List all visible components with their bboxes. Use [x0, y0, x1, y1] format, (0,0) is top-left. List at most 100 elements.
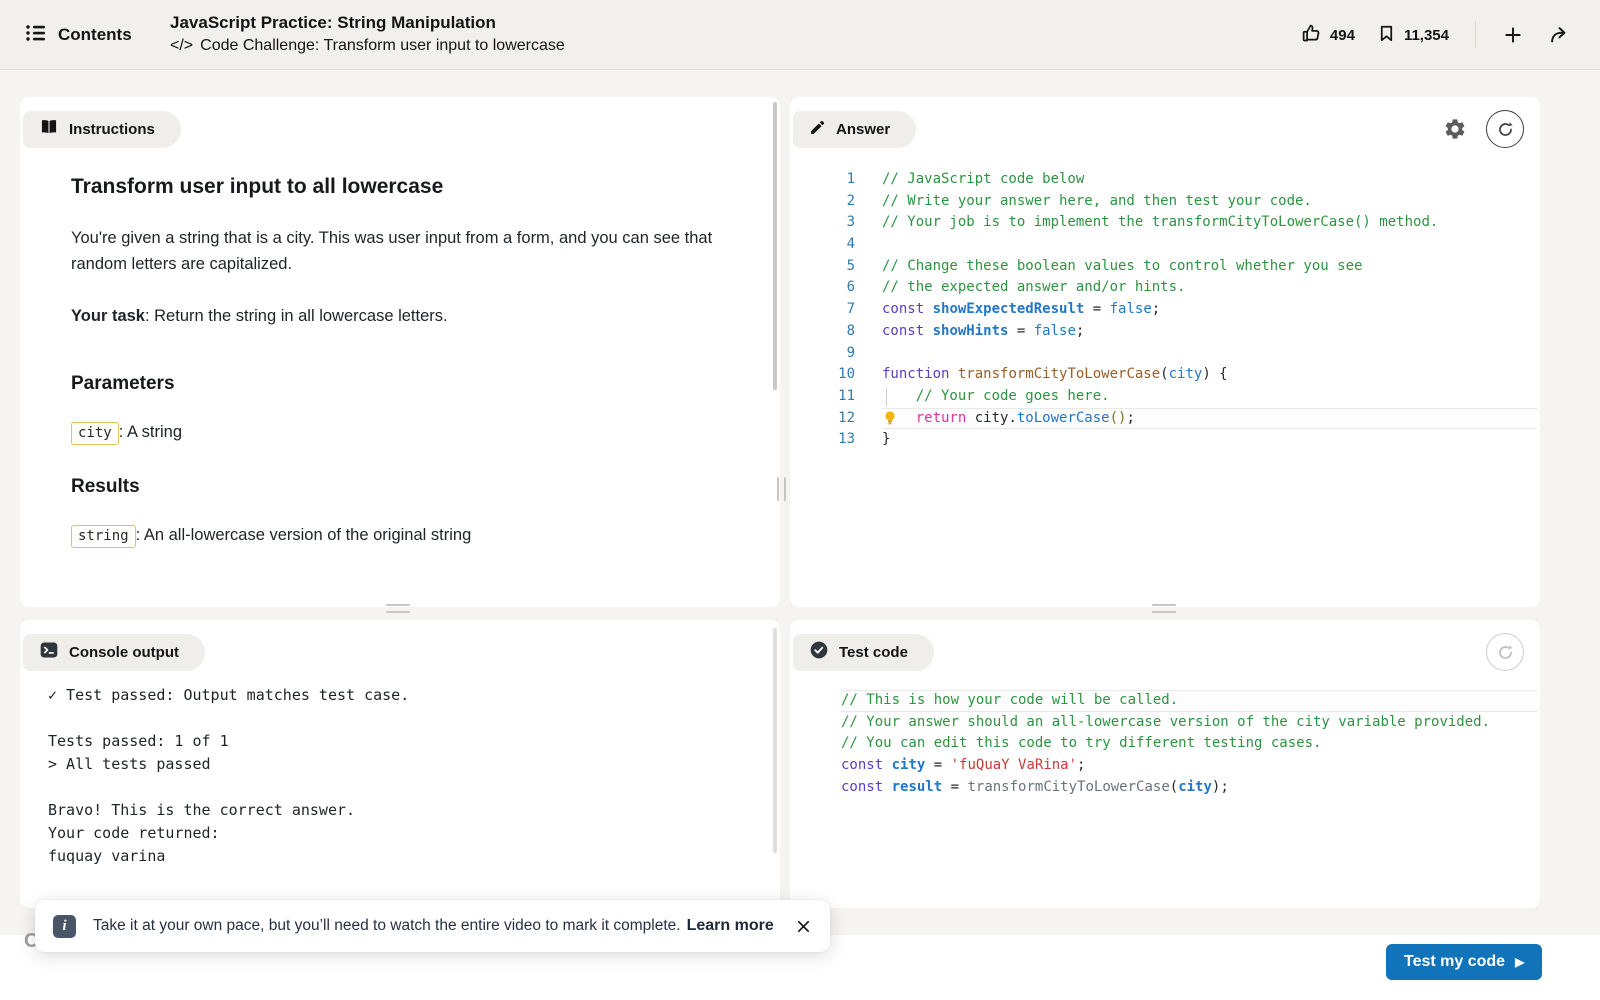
test-panel-actions: [1486, 633, 1524, 671]
line-number: 7: [790, 299, 855, 321]
right-row-splitter[interactable]: [1152, 604, 1176, 613]
code-token: const: [882, 323, 924, 339]
code-token: [883, 779, 891, 795]
left-row-splitter[interactable]: [386, 604, 410, 613]
code-line[interactable]: const result = transformCityToLowerCase(…: [790, 777, 1537, 799]
bookmark-icon: [1377, 24, 1396, 47]
header-actions: 494 11,354: [1301, 0, 1576, 70]
code-token: transformCityToLowerCase: [967, 779, 1169, 795]
code-line[interactable]: 11 // Your code goes here.: [790, 386, 1537, 408]
result-row: string: An all-lowercase version of the …: [71, 526, 721, 545]
instructions-scrollbar[interactable]: [773, 102, 777, 390]
toast-close-icon[interactable]: [796, 919, 811, 934]
code-line[interactable]: 3 // Your job is to implement the transfo…: [790, 212, 1537, 234]
reset-answer-button[interactable]: [1486, 110, 1524, 148]
code-token: const: [841, 757, 883, 773]
bookmarks-stat[interactable]: 11,354: [1377, 24, 1449, 47]
line-number: 3: [790, 212, 855, 234]
play-icon: ▶: [1515, 956, 1524, 968]
code-token: // Your job is to implement the transfor…: [882, 214, 1438, 230]
line-number: 5: [790, 256, 855, 278]
code-line-content: const showHints = false;: [882, 321, 1537, 343]
code-line[interactable]: 6// the expected answer and/or hints.: [790, 277, 1537, 299]
code-token: // Your code goes here.: [916, 388, 1110, 404]
console-scrollbar[interactable]: [773, 628, 777, 853]
code-token: const: [882, 301, 924, 317]
code-line[interactable]: 2// Write your answer here, and then tes…: [790, 191, 1537, 213]
code-token: =: [942, 779, 967, 795]
challenge-heading: Transform user input to all lowercase: [71, 175, 721, 199]
top-header: Contents JavaScript Practice: String Man…: [0, 0, 1600, 70]
pace-notification-toast: i Take it at your own pace, but you’ll n…: [35, 900, 830, 952]
code-line[interactable]: // You can edit this code to try differe…: [790, 733, 1537, 755]
learn-more-link[interactable]: Learn more: [687, 917, 774, 935]
console-line: fuquay varina: [48, 845, 760, 868]
console-line: Your code returned:: [48, 822, 760, 845]
task-line: Your task: Return the string in all lowe…: [71, 303, 721, 329]
code-token: ;: [1076, 323, 1084, 339]
code-line[interactable]: 7const showExpectedResult = false;: [790, 299, 1537, 321]
code-line[interactable]: 12 return city.toLowerCase();: [790, 408, 1537, 430]
code-line[interactable]: 4: [790, 234, 1537, 256]
answer-panel-actions: [1438, 110, 1524, 148]
code-token: // Write your answer here, and then test…: [882, 193, 1312, 209]
parameter-description: : A string: [119, 423, 182, 441]
code-token: [924, 323, 932, 339]
line-number: 4: [790, 234, 855, 256]
settings-gear-button[interactable]: [1438, 112, 1472, 146]
test-my-code-button[interactable]: Test my code ▶: [1386, 944, 1542, 980]
code-token: city: [1169, 366, 1203, 382]
console-line: [48, 707, 760, 730]
code-line[interactable]: 9: [790, 343, 1537, 365]
code-challenge-icon: </>: [170, 34, 193, 57]
task-text: : Return the string in all lowercase let…: [145, 307, 448, 325]
add-button[interactable]: [1496, 18, 1530, 52]
code-token: false: [1034, 323, 1076, 339]
share-button[interactable]: [1542, 18, 1576, 52]
test-code-tab-label: Test code: [839, 644, 908, 661]
results-heading: Results: [71, 476, 721, 498]
console-panel: Console output ✓ Test passed: Output mat…: [20, 620, 780, 908]
hint-lightbulb-icon[interactable]: [883, 410, 899, 428]
code-line[interactable]: 13}: [790, 429, 1537, 451]
code-line[interactable]: 10function transformCityToLowerCase(city…: [790, 364, 1537, 386]
app-root: Contents JavaScript Practice: String Man…: [0, 0, 1600, 1000]
test-code-tab[interactable]: Test code: [793, 634, 934, 671]
run-button-label: Test my code: [1404, 953, 1505, 971]
code-line-content: const result = transformCityToLowerCase(…: [841, 777, 1537, 799]
pencil-icon: [809, 119, 826, 141]
code-line-content: // Your job is to implement the transfor…: [882, 212, 1537, 234]
code-line[interactable]: // This is how your code will be called.: [790, 690, 1537, 712]
code-line[interactable]: // Your answer should an all-lowercase v…: [790, 712, 1537, 734]
code-line-content: // Your code goes here.: [882, 386, 1537, 408]
code-line-content: // Change these boolean values to contro…: [882, 256, 1537, 278]
likes-stat[interactable]: 494: [1301, 23, 1355, 48]
answer-panel: Answer 1// JavaScript code below2// Writ…: [790, 97, 1540, 607]
contents-button[interactable]: Contents: [24, 0, 132, 70]
code-token: ;: [1126, 410, 1134, 426]
line-number: 6: [790, 277, 855, 299]
terminal-icon: [39, 640, 59, 665]
line-number: 12: [790, 408, 855, 430]
code-line[interactable]: const city = 'fuQuaY VaRina';: [790, 755, 1537, 777]
column-splitter[interactable]: [777, 477, 786, 501]
answer-tab[interactable]: Answer: [793, 111, 916, 148]
code-line-content: const city = 'fuQuaY VaRina';: [841, 755, 1537, 777]
code-token: city: [892, 757, 926, 773]
console-line: > All tests passed: [48, 753, 760, 776]
console-tab[interactable]: Console output: [23, 634, 205, 671]
code-token: return: [916, 410, 967, 426]
code-token: (: [1160, 366, 1168, 382]
code-token: =: [1008, 323, 1033, 339]
code-token: showExpectedResult: [933, 301, 1085, 317]
answer-code-editor[interactable]: 1// JavaScript code below2// Write your …: [790, 169, 1537, 451]
reset-test-code-button[interactable]: [1486, 633, 1524, 671]
console-line: Tests passed: 1 of 1: [48, 730, 760, 753]
instructions-tab[interactable]: Instructions: [23, 111, 181, 148]
code-line-content: // This is how your code will be called.: [841, 690, 1537, 712]
code-line[interactable]: 8const showHints = false;: [790, 321, 1537, 343]
test-code-editor[interactable]: // This is how your code will be called.…: [790, 690, 1537, 798]
code-line[interactable]: 1// JavaScript code below: [790, 169, 1537, 191]
parameters-heading: Parameters: [71, 373, 721, 395]
code-line[interactable]: 5 // Change these boolean values to contr…: [790, 256, 1537, 278]
